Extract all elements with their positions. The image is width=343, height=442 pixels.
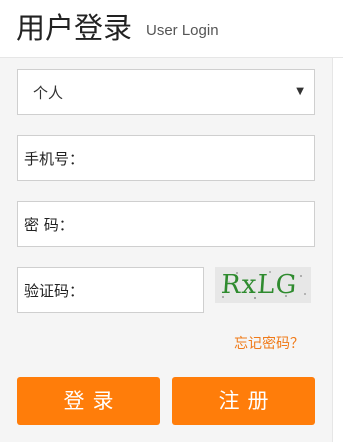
page-subtitle: User Login	[146, 22, 219, 39]
captcha-image[interactable]: RxLG	[215, 267, 311, 303]
password-field-label: 密 码：	[24, 216, 74, 234]
page-header: 用户登录 User Login	[0, 0, 343, 58]
phone-field-label: 手机号：	[24, 150, 85, 168]
register-button[interactable]: 注册	[172, 377, 315, 425]
forgot-password-link[interactable]: 忘记密码？	[234, 335, 304, 353]
verification-code-label: 验证码：	[24, 282, 85, 300]
verification-code-field[interactable]: 验证码：	[17, 267, 204, 313]
account-type-value: 个人	[33, 84, 64, 102]
page-title: 用户登录	[16, 11, 133, 45]
password-field[interactable]: 密 码：	[17, 201, 315, 247]
triangle-down-icon: ▼	[296, 86, 304, 97]
account-type-select[interactable]: 个人 ▼	[17, 69, 315, 115]
login-button[interactable]: 登录	[17, 377, 160, 425]
login-page: 用户登录 User Login 个人 ▼ 手机号： 密 码： 验证码： RxLG…	[0, 0, 343, 442]
captcha-text: RxLG	[219, 270, 299, 300]
phone-field[interactable]: 手机号：	[17, 135, 315, 181]
